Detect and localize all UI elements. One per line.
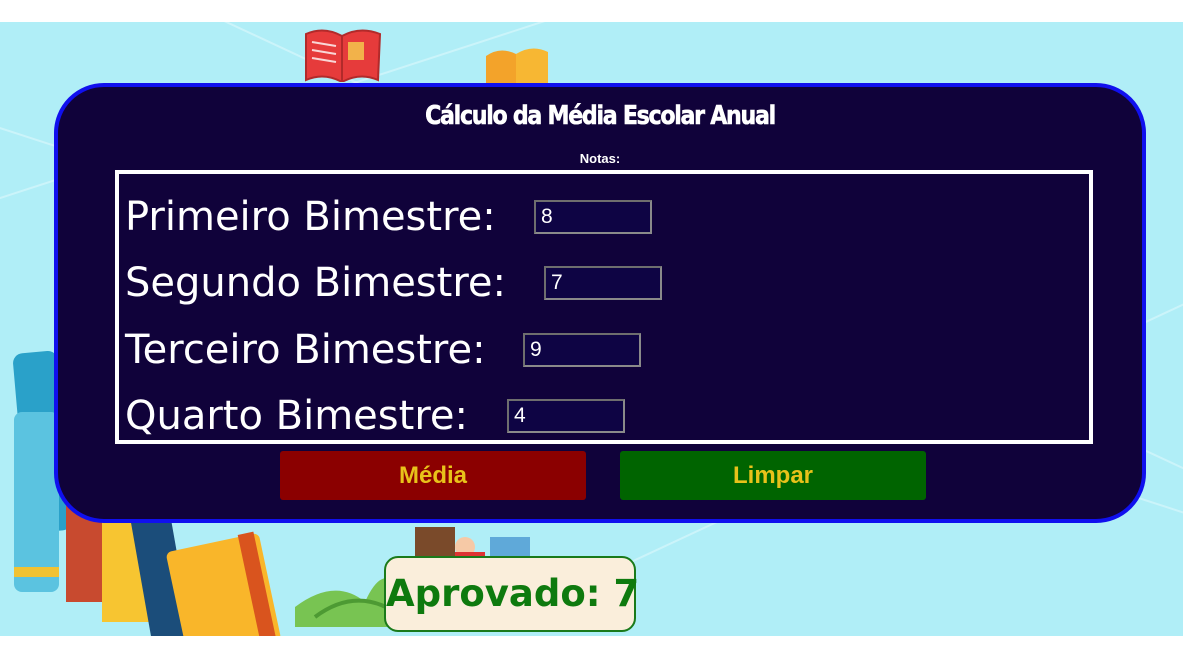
- segundo-bimestre-input[interactable]: [544, 266, 662, 300]
- terceiro-bimestre-input[interactable]: [523, 333, 641, 367]
- page-title: Cálculo da Média Escolar Anual: [425, 101, 777, 132]
- orange-book-icon: [486, 48, 548, 87]
- result-display: Aprovado: 7: [384, 556, 639, 632]
- segundo-bimestre-label: Segundo Bimestre:: [125, 260, 506, 306]
- media-button[interactable]: Média: [280, 451, 586, 500]
- main-panel: Cálculo da Média Escolar Anual Notas: Pr…: [54, 83, 1146, 523]
- terceiro-bimestre-label: Terceiro Bimestre:: [125, 327, 486, 373]
- primeiro-bimestre-input[interactable]: [534, 200, 652, 234]
- red-book-icon: [305, 29, 382, 82]
- notas-label: Notas:: [579, 151, 621, 166]
- grades-box: Primeiro Bimestre: Segundo Bimestre: Ter…: [115, 170, 1093, 444]
- quarto-bimestre-input[interactable]: [507, 399, 625, 433]
- limpar-button[interactable]: Limpar: [620, 451, 926, 500]
- quarto-bimestre-label: Quarto Bimestre:: [125, 393, 468, 439]
- primeiro-bimestre-label: Primeiro Bimestre:: [125, 194, 496, 240]
